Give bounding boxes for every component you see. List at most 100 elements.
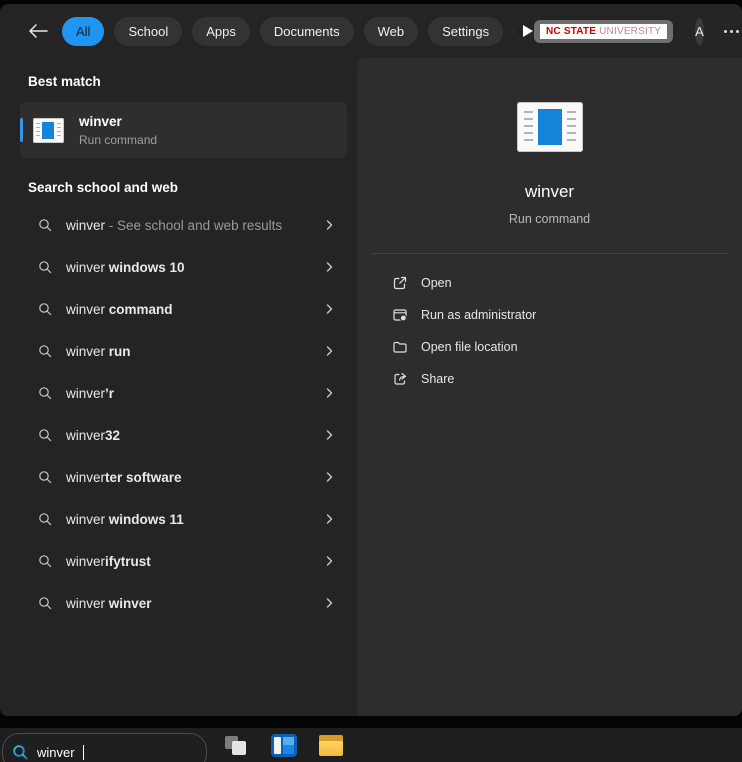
text-cursor [83, 745, 84, 760]
filter-web[interactable]: Web [364, 17, 419, 46]
action-label: Open file location [421, 340, 518, 354]
search-icon [38, 512, 52, 526]
search-icon [38, 344, 52, 358]
account-avatar[interactable]: A [695, 18, 704, 45]
taskbar-icons [224, 734, 344, 757]
suggestion-text: winver32 [66, 428, 120, 443]
suggestion-text: winver’r [66, 386, 114, 401]
search-icon [38, 218, 52, 232]
back-arrow-icon [28, 23, 48, 39]
winver-icon [33, 118, 64, 143]
search-suggestion[interactable]: winver32 [0, 414, 357, 456]
chevron-right-icon[interactable] [320, 215, 339, 235]
preview-title: winver [525, 182, 574, 202]
admin-window-icon [392, 307, 408, 323]
chevron-right-icon[interactable] [320, 341, 339, 361]
search-icon [38, 428, 52, 442]
search-suggestion[interactable]: winver run [0, 330, 357, 372]
org-name-secondary: UNIVERSITY [599, 26, 661, 37]
ellipsis-icon [724, 30, 727, 33]
search-suggestion[interactable]: winverter software [0, 456, 357, 498]
search-icon-colored [12, 744, 29, 761]
share-icon [392, 371, 408, 387]
taskbar-search-box[interactable]: winver [2, 733, 207, 762]
preview-panel: winver Run command Open Run as administr… [357, 58, 742, 716]
action-list: Open Run as administrator Open file loca… [357, 267, 742, 395]
search-icon [38, 596, 52, 610]
chevron-right-icon[interactable] [320, 425, 339, 445]
action-open-file-location[interactable]: Open file location [357, 331, 742, 363]
search-suggestion[interactable]: winver windows 11 [0, 498, 357, 540]
action-label: Share [421, 372, 454, 386]
suggestion-text: winverifytrust [66, 554, 151, 569]
chevron-right-icon[interactable] [320, 257, 339, 277]
search-icon [38, 470, 52, 484]
suggestion-text: winver windows 10 [66, 260, 185, 275]
filter-documents[interactable]: Documents [260, 17, 354, 46]
taskbar: winver [0, 728, 742, 762]
suggestion-text: winver run [66, 344, 131, 359]
search-icon [38, 302, 52, 316]
search-icon [38, 554, 52, 568]
search-suggestion[interactable]: winver winver [0, 582, 357, 624]
suggestion-text: winver - See school and web results [66, 218, 282, 233]
search-suggestion[interactable]: winver windows 10 [0, 246, 357, 288]
preview-subtitle: Run command [509, 212, 590, 226]
search-flyout: All School Apps Documents Web Settings P… [0, 4, 742, 716]
filter-settings[interactable]: Settings [428, 17, 503, 46]
filter-apps[interactable]: Apps [192, 17, 250, 46]
selection-accent-bar [20, 118, 23, 142]
open-icon [392, 275, 408, 291]
search-icon [38, 386, 52, 400]
chevron-right-icon[interactable] [320, 467, 339, 487]
chevron-right-icon[interactable] [320, 509, 339, 529]
search-suggestion[interactable]: winver - See school and web results [0, 204, 357, 246]
search-suggestion[interactable]: winver’r [0, 372, 357, 414]
nc-state-logo: NC STATE UNIVERSITY [540, 24, 667, 39]
task-view-button[interactable] [224, 734, 250, 757]
suggestion-text: winverter software [66, 470, 182, 485]
action-open[interactable]: Open [357, 267, 742, 299]
chevron-right-icon[interactable] [320, 383, 339, 403]
best-match-title: winver [79, 113, 157, 130]
options-menu-button[interactable] [722, 24, 741, 39]
more-filters-button[interactable] [522, 24, 534, 38]
search-icon [38, 260, 52, 274]
winver-app-button[interactable] [271, 734, 297, 757]
action-label: Run as administrator [421, 308, 536, 322]
back-button[interactable] [28, 19, 48, 43]
action-share[interactable]: Share [357, 363, 742, 395]
search-filter-bar: All School Apps Documents Web Settings P… [0, 4, 742, 58]
divider [371, 253, 728, 254]
suggestion-text: winver winver [66, 596, 152, 611]
play-icon [522, 24, 534, 38]
filter-pills: All School Apps Documents Web Settings P… [62, 17, 514, 46]
best-match-heading: Best match [28, 74, 357, 89]
chevron-right-icon[interactable] [320, 593, 339, 613]
app-window-icon [271, 734, 297, 757]
file-explorer-button[interactable] [318, 734, 344, 757]
web-section-heading: Search school and web [28, 180, 357, 195]
best-match-subtitle: Run command [79, 132, 157, 148]
filter-all[interactable]: All [62, 17, 104, 46]
best-match-text: winver Run command [79, 113, 157, 148]
chevron-right-icon[interactable] [320, 551, 339, 571]
taskbar-search-value: winver [37, 745, 75, 760]
chevron-right-icon[interactable] [320, 299, 339, 319]
filter-school[interactable]: School [114, 17, 182, 46]
desktop-screen: All School Apps Documents Web Settings P… [0, 0, 742, 762]
best-match-result[interactable]: winver Run command [20, 102, 347, 158]
suggestion-text: winver command [66, 302, 173, 317]
search-suggestion[interactable]: winverifytrust [0, 540, 357, 582]
search-suggestion[interactable]: winver command [0, 288, 357, 330]
suggestion-list: winver - See school and web results winv… [0, 204, 357, 624]
organization-badge: NC STATE UNIVERSITY [534, 20, 673, 43]
org-name-primary: NC STATE [546, 26, 596, 37]
action-run-as-administrator[interactable]: Run as administrator [357, 299, 742, 331]
filter-people-truncated[interactable]: Pe [513, 17, 514, 46]
folder-icon [392, 339, 408, 355]
action-label: Open [421, 276, 452, 290]
results-panel: Best match winver Run command Search sch… [0, 58, 357, 716]
suggestion-text: winver windows 11 [66, 512, 184, 527]
winver-icon-large [517, 102, 583, 152]
